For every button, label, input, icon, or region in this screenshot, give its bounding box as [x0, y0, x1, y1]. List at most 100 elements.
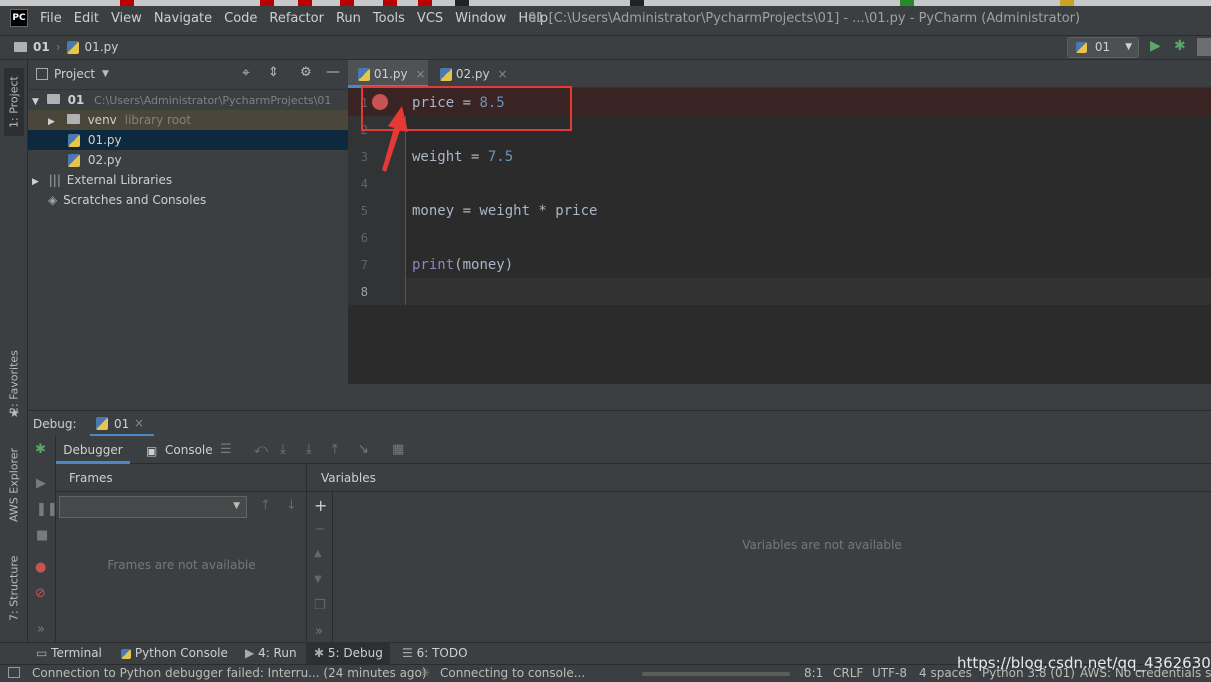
menu-item-code[interactable]: Code	[224, 11, 257, 26]
menu-item-edit[interactable]: Edit	[74, 11, 99, 26]
pause-icon[interactable]: ❚❚	[36, 502, 58, 517]
line-separator[interactable]: CRLF	[833, 665, 863, 681]
add-watch-icon[interactable]: +	[314, 496, 327, 515]
resume-icon[interactable]: ▶	[36, 476, 46, 491]
menu-item-vcs[interactable]: VCS	[417, 11, 443, 26]
view-breakpoints-icon[interactable]: ●	[35, 560, 46, 575]
run-configuration-select[interactable]: 01 ▼	[1067, 37, 1139, 58]
show-execution-point-icon[interactable]: ⤺	[254, 442, 268, 457]
remove-watch-icon[interactable]: −	[315, 522, 326, 537]
tab-python-console[interactable]: Python Console	[121, 642, 228, 664]
tree-item-external-libraries[interactable]: ▶ ||| External Libraries	[28, 170, 348, 190]
menu-item-refactor[interactable]: Refactor	[269, 11, 324, 26]
menu-item-view[interactable]: View	[111, 11, 142, 26]
menu-icon[interactable]: ☰	[220, 442, 232, 457]
move-up-icon[interactable]: ▲	[314, 548, 322, 559]
breadcrumb-project[interactable]: 01	[33, 40, 50, 54]
more-actions-button[interactable]	[1197, 38, 1211, 56]
more-icon[interactable]: »	[37, 622, 45, 637]
hide-panel-icon[interactable]: —	[326, 64, 340, 80]
copy-icon[interactable]: ❐	[314, 598, 326, 613]
python-file-icon	[358, 68, 370, 81]
arrow-down-icon[interactable]: ↓	[286, 498, 297, 513]
project-panel-title[interactable]: Project	[54, 67, 95, 81]
close-icon[interactable]: ×	[497, 67, 507, 81]
project-panel-header: Project ▼ ⌖ ⇕ ⚙ —	[28, 60, 348, 90]
step-out-icon[interactable]: ⤒	[332, 442, 338, 457]
code-line[interactable]: weight = 7.5	[412, 144, 513, 171]
tab-aws-explorer[interactable]: AWS Explorer	[4, 440, 24, 530]
code-line[interactable]: money = weight * price	[412, 198, 597, 225]
tab-terminal-label: Terminal	[51, 646, 102, 660]
tab-02-py[interactable]: 02.py ×	[430, 60, 510, 88]
tree-item-file[interactable]: 02.py	[28, 150, 348, 170]
tool-windows-icon[interactable]	[8, 667, 20, 678]
tab-run[interactable]: ▶ 4: Run	[245, 642, 297, 664]
menu-item-window[interactable]: Window	[455, 11, 506, 26]
tab-structure-label: 7: Structure	[7, 555, 21, 621]
collapsed-icon: ▶	[48, 117, 55, 127]
navigation-bar	[0, 36, 1211, 60]
chevron-down-icon[interactable]: ▼	[102, 69, 109, 79]
step-into-icon[interactable]: ⤓	[306, 442, 312, 457]
run-button[interactable]: ▶	[1150, 38, 1166, 56]
tab-debugger[interactable]: Debugger	[56, 436, 130, 464]
frames-title: Frames	[69, 471, 113, 485]
run-configuration-value: 01	[1094, 40, 1111, 54]
run-to-cursor-icon[interactable]: ↘	[358, 442, 369, 457]
debug-header: Debug: 01 ×	[28, 410, 1211, 437]
debug-button[interactable]: ✱	[1174, 38, 1190, 56]
menu-item-file[interactable]: File	[40, 11, 62, 26]
menu-item-navigate[interactable]: Navigate	[154, 11, 212, 26]
arrow-up-icon[interactable]: ↑	[260, 498, 271, 513]
tab-terminal[interactable]: ▭ Terminal	[36, 642, 102, 664]
menu-item-tools[interactable]: Tools	[373, 11, 405, 26]
python-file-icon	[68, 134, 80, 147]
collapse-all-icon[interactable]: ⇕	[268, 65, 279, 80]
project-view-icon	[36, 68, 48, 80]
progress-bar	[642, 672, 790, 676]
status-progress[interactable]: Connecting to console...	[440, 665, 585, 681]
menu-item-run[interactable]: Run	[336, 11, 361, 26]
folder-icon	[66, 114, 80, 124]
caret-position[interactable]: 8:1	[804, 665, 823, 681]
rerun-debug-icon[interactable]: ✱	[35, 442, 46, 457]
status-message[interactable]: Connection to Python debugger failed: In…	[32, 665, 427, 681]
editor-empty-area[interactable]	[348, 305, 1211, 384]
library-icon: |||	[48, 173, 61, 187]
tree-item-venv[interactable]: ▶ venv library root	[28, 110, 348, 130]
line-number: 4	[360, 177, 368, 191]
debug-session-tab[interactable]: 01 ×	[90, 411, 154, 437]
tree-root-path: C:\Users\Administrator\PycharmProjects\0…	[94, 94, 332, 107]
tab-project[interactable]: 1: Project	[4, 68, 24, 136]
frames-empty-text: Frames are not available	[107, 558, 256, 572]
code-line[interactable]: print(money)	[412, 252, 513, 279]
tree-item-file-label: 01.py	[87, 133, 122, 147]
tab-structure[interactable]: 7: Structure	[4, 548, 24, 628]
tab-01-py[interactable]: 01.py ×	[348, 60, 428, 88]
pycharm-logo-icon: PC	[10, 9, 28, 27]
mute-breakpoints-icon[interactable]: ⊘	[35, 586, 46, 601]
tree-item-file[interactable]: 01.py	[28, 130, 348, 150]
line-number: 8	[360, 285, 368, 299]
breadcrumb-file[interactable]: 01.py	[85, 40, 119, 54]
thread-select[interactable]: ▼	[59, 496, 247, 518]
tab-console[interactable]: Console	[165, 443, 213, 457]
step-over-icon[interactable]: ⤓	[280, 442, 286, 457]
move-down-icon[interactable]: ▼	[314, 574, 322, 585]
evaluate-expression-icon[interactable]: ▦	[392, 442, 404, 457]
tab-debug[interactable]: ✱ 5: Debug	[306, 642, 390, 664]
stop-icon[interactable]: ■	[36, 528, 48, 543]
bug-icon: ✱	[314, 646, 325, 660]
locate-icon[interactable]: ⌖	[242, 65, 250, 81]
more-icon[interactable]: »	[315, 624, 323, 639]
close-icon[interactable]: ×	[134, 416, 144, 430]
scratches-icon: ◈	[48, 193, 58, 207]
file-encoding[interactable]: UTF-8	[872, 665, 907, 681]
close-icon[interactable]: ×	[415, 67, 425, 81]
tab-todo[interactable]: ☰ 6: TODO	[402, 642, 468, 664]
taskbar-strip	[0, 0, 1211, 6]
gear-icon[interactable]: ⚙	[300, 65, 312, 80]
tree-root[interactable]: ▼ 01 C:\Users\Administrator\PycharmProje…	[28, 90, 348, 110]
tree-item-scratches[interactable]: ◈ Scratches and Consoles	[28, 190, 348, 210]
